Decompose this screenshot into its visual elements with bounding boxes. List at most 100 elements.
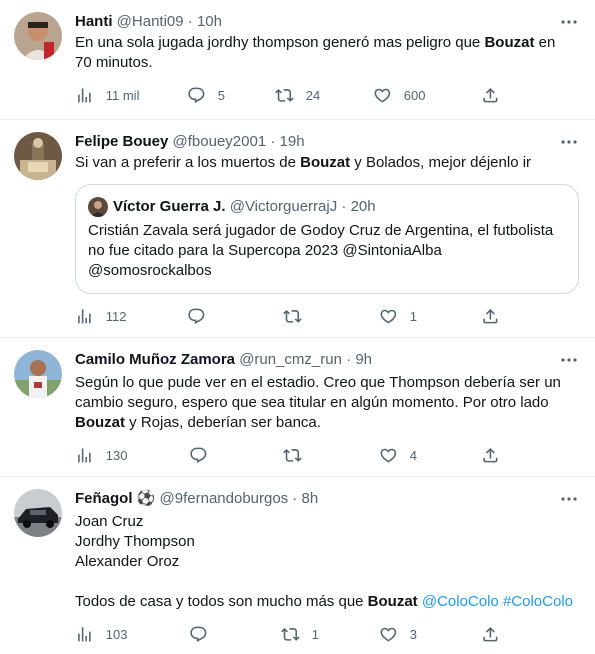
author-handle[interactable]: @run_cmz_run bbox=[239, 351, 342, 368]
views-icon bbox=[75, 86, 94, 105]
reply-button[interactable] bbox=[187, 306, 218, 326]
author-name[interactable]: Hanti bbox=[75, 13, 113, 30]
tweet-actions: 112 1 bbox=[75, 306, 515, 326]
like-count: 600 bbox=[403, 87, 426, 103]
reply-button[interactable] bbox=[189, 624, 220, 644]
share-icon bbox=[481, 307, 500, 326]
more-icon[interactable] bbox=[559, 489, 579, 509]
separator-dot: · bbox=[187, 13, 193, 30]
tweet-hanti[interactable]: Hanti @Hanti09 · 10h En una sola jugada … bbox=[0, 0, 595, 120]
tweet-text: Según lo que pude ver en el estadio. Cre… bbox=[75, 373, 575, 433]
tweet-actions: 11 mil 5 24 600 bbox=[75, 85, 515, 105]
views-count: 130 bbox=[105, 447, 128, 463]
text-line: Alexander Oroz bbox=[75, 553, 180, 570]
tweet-header: Camilo Muñoz Zamora @run_cmz_run · 9h bbox=[75, 350, 555, 370]
text-part: y Bolados, mejor déjenlo ir bbox=[350, 154, 532, 171]
reply-icon bbox=[187, 86, 206, 105]
views-button[interactable]: 130 bbox=[75, 445, 127, 465]
author-name[interactable]: Camilo Muñoz Zamora bbox=[75, 351, 235, 368]
retweet-icon bbox=[275, 86, 294, 105]
quoted-tweet[interactable]: Víctor Guerra J. @VictorguerrajJ · 20h C… bbox=[75, 184, 579, 294]
views-button[interactable]: 103 bbox=[75, 624, 127, 644]
retweet-button[interactable]: 24 bbox=[275, 85, 320, 105]
tweet-header: Hanti @Hanti09 · 10h bbox=[75, 12, 555, 32]
tweet-fenagol[interactable]: Feñagol ⚽ @9fernandoburgos · 8h Joan Cru… bbox=[0, 477, 595, 654]
like-count: 3 bbox=[409, 626, 417, 642]
highlight-keyword: Bouzat bbox=[300, 154, 351, 171]
views-count: 103 bbox=[105, 626, 128, 642]
retweet-button[interactable] bbox=[283, 445, 314, 465]
quote-timestamp: 20h bbox=[350, 198, 376, 215]
tweet-header: Feñagol ⚽ @9fernandoburgos · 8h bbox=[75, 489, 555, 509]
highlight-keyword: Bouzat bbox=[367, 593, 418, 610]
timestamp[interactable]: 10h bbox=[197, 13, 222, 30]
reply-count: 5 bbox=[217, 87, 225, 103]
timestamp[interactable]: 19h bbox=[280, 133, 305, 150]
views-button[interactable]: 11 mil bbox=[75, 85, 139, 105]
reply-icon bbox=[187, 307, 206, 326]
quote-text: Cristián Zavala será jugador de Godoy Cr… bbox=[88, 222, 554, 279]
separator-dot: · bbox=[270, 133, 276, 150]
highlight-keyword: Bouzat bbox=[75, 414, 125, 431]
reply-icon bbox=[189, 625, 208, 644]
avatar[interactable] bbox=[14, 489, 62, 537]
separator-dot: · bbox=[292, 490, 298, 507]
separator-dot: · bbox=[346, 351, 352, 368]
avatar[interactable] bbox=[14, 132, 62, 180]
reply-button[interactable] bbox=[189, 445, 220, 465]
share-button[interactable] bbox=[481, 445, 500, 465]
avatar[interactable] bbox=[14, 350, 62, 398]
quote-avatar bbox=[88, 197, 108, 217]
tweet-actions: 103 1 3 bbox=[75, 624, 515, 644]
like-icon bbox=[379, 625, 398, 644]
quote-header: Víctor Guerra J. @VictorguerrajJ · 20h bbox=[113, 197, 376, 217]
tweet-header: Felipe Bouey @fbouey2001 · 19h bbox=[75, 132, 555, 152]
timestamp[interactable]: 9h bbox=[355, 351, 372, 368]
timestamp[interactable]: 8h bbox=[302, 490, 319, 507]
mention-link[interactable]: @ColoColo bbox=[422, 593, 499, 610]
text-line: Joan Cruz bbox=[75, 513, 144, 530]
more-icon[interactable] bbox=[559, 132, 579, 152]
author-handle[interactable]: @Hanti09 bbox=[117, 13, 184, 30]
text-line: Jordhy Thompson bbox=[75, 533, 195, 550]
quote-author-name: Víctor Guerra J. bbox=[113, 198, 226, 215]
highlight-keyword: Bouzat bbox=[484, 34, 535, 51]
tweet-camilo-munoz[interactable]: Camilo Muñoz Zamora @run_cmz_run · 9h Se… bbox=[0, 338, 595, 477]
share-button[interactable] bbox=[481, 85, 500, 105]
like-icon bbox=[379, 446, 398, 465]
retweet-count: 1 bbox=[311, 626, 319, 642]
separator-dot: · bbox=[341, 198, 347, 215]
views-icon bbox=[75, 625, 94, 644]
share-button[interactable] bbox=[481, 624, 500, 644]
retweet-icon bbox=[283, 307, 302, 326]
retweet-icon bbox=[283, 446, 302, 465]
quote-author-handle: @VictorguerrajJ bbox=[229, 198, 338, 215]
like-button[interactable]: 4 bbox=[379, 445, 417, 465]
more-icon[interactable] bbox=[559, 350, 579, 370]
views-count: 112 bbox=[105, 308, 127, 324]
text-part: Si van a preferir a los muertos de bbox=[75, 154, 301, 171]
author-name[interactable]: Feñagol ⚽ bbox=[75, 490, 155, 507]
like-button[interactable]: 600 bbox=[373, 85, 425, 105]
tweet-actions: 130 4 bbox=[75, 445, 515, 465]
views-count: 11 mil bbox=[105, 87, 140, 103]
author-handle[interactable]: @fbouey2001 bbox=[173, 133, 267, 150]
retweet-button[interactable] bbox=[283, 306, 314, 326]
tweet-felipe-bouey[interactable]: Felipe Bouey @fbouey2001 · 19h Si van a … bbox=[0, 120, 595, 338]
text-part: En una sola jugada jordhy thompson gener… bbox=[75, 34, 485, 51]
retweet-count: 24 bbox=[305, 87, 321, 103]
hashtag-link[interactable]: #ColoColo bbox=[503, 593, 573, 610]
views-button[interactable]: 112 bbox=[75, 306, 126, 326]
like-count: 1 bbox=[409, 308, 417, 324]
like-button[interactable]: 3 bbox=[379, 624, 417, 644]
share-button[interactable] bbox=[481, 306, 500, 326]
retweet-button[interactable]: 1 bbox=[281, 624, 319, 644]
like-button[interactable]: 1 bbox=[379, 306, 417, 326]
retweet-icon bbox=[281, 625, 300, 644]
avatar[interactable] bbox=[14, 12, 62, 60]
author-name[interactable]: Felipe Bouey bbox=[75, 133, 168, 150]
more-icon[interactable] bbox=[559, 12, 579, 32]
like-icon bbox=[373, 86, 392, 105]
reply-button[interactable]: 5 bbox=[187, 85, 225, 105]
author-handle[interactable]: @9fernandoburgos bbox=[160, 490, 289, 507]
